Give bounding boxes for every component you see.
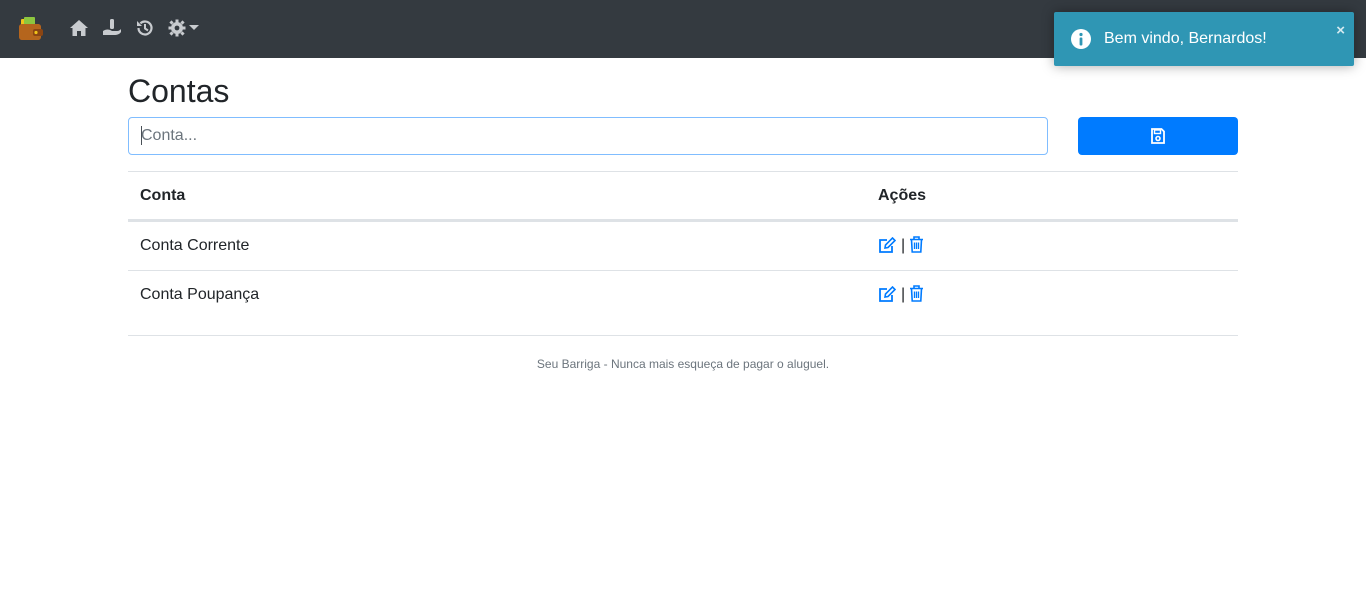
conta-name: Conta Poupança xyxy=(140,286,260,303)
info-icon xyxy=(1070,28,1092,50)
edit-icon[interactable] xyxy=(878,285,897,308)
table-header-row: Conta Ações xyxy=(128,171,1238,221)
edit-icon[interactable] xyxy=(878,236,897,259)
actions-separator: | xyxy=(901,286,906,303)
save-button[interactable] xyxy=(1078,117,1238,155)
page-title: Contas xyxy=(128,73,230,109)
footer-text: Seu Barriga - Nunca mais esqueça de paga… xyxy=(536,357,830,371)
gear-icon[interactable] xyxy=(168,18,188,38)
wallet-icon[interactable] xyxy=(17,15,45,43)
toast-message: Bem vindo, Bernardos! xyxy=(1104,30,1267,47)
hand-money-icon[interactable] xyxy=(102,17,122,37)
caret-down-icon[interactable] xyxy=(189,25,199,31)
footer-divider xyxy=(128,335,1238,336)
close-icon[interactable]: × xyxy=(1336,23,1345,38)
trash-icon[interactable] xyxy=(909,285,924,307)
column-header-acoes: Ações xyxy=(878,187,927,204)
table-row: Conta Poupança | xyxy=(128,270,1238,319)
save-icon xyxy=(1151,128,1165,144)
conta-input[interactable] xyxy=(128,117,1048,155)
actions-separator: | xyxy=(901,237,906,254)
text-caret xyxy=(141,126,142,145)
home-icon[interactable] xyxy=(69,19,89,37)
conta-name: Conta Corrente xyxy=(140,237,250,254)
welcome-toast[interactable]: Bem vindo, Bernardos! × xyxy=(1054,12,1354,66)
trash-icon[interactable] xyxy=(909,236,924,258)
history-icon[interactable] xyxy=(135,18,155,38)
table-row: Conta Corrente | xyxy=(128,221,1238,270)
column-header-conta: Conta xyxy=(140,187,186,204)
